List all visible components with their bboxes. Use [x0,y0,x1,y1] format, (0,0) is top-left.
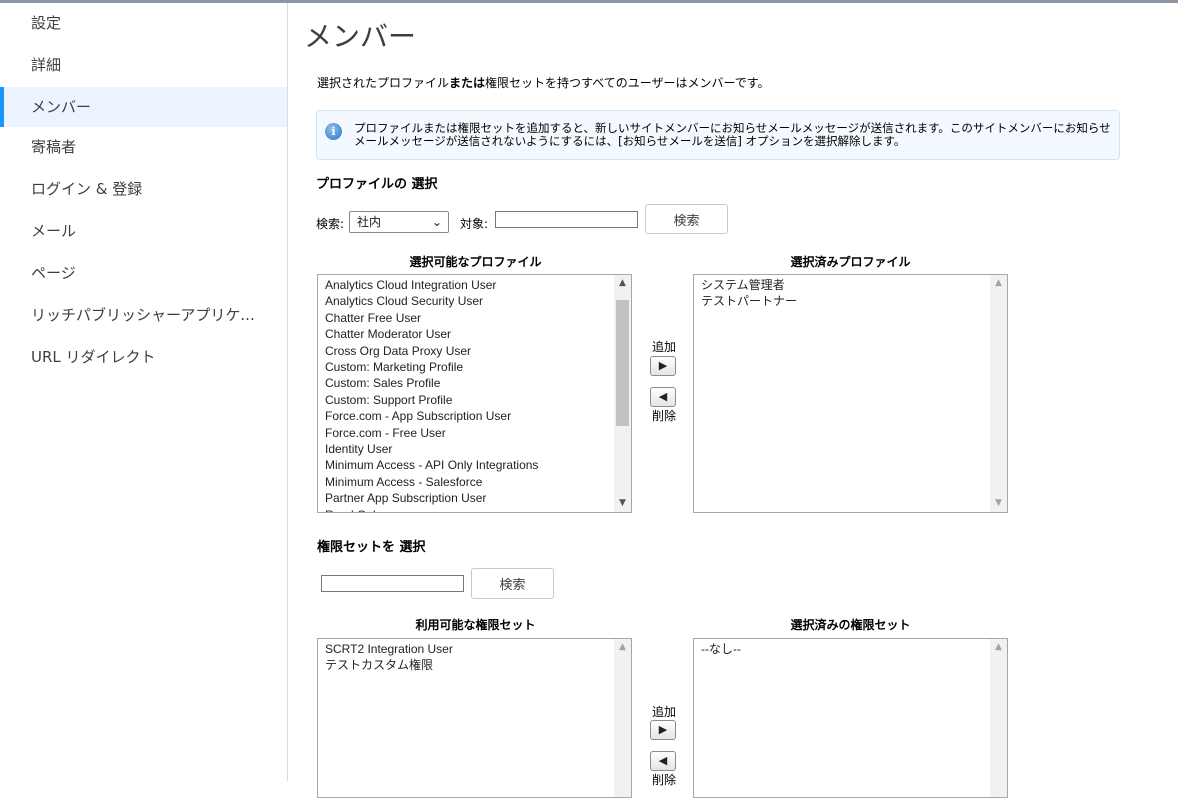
target-label: 対象: [460,217,489,231]
members-description: 選択されたプロファイルまたは権限セットを持つすべてのユーザーはメンバーです。 [317,74,770,91]
list-item[interactable]: テストカスタム権限 [325,657,613,673]
list-item[interactable]: Chatter Free User [325,310,613,326]
list-item[interactable]: Force.com - App Subscription User [325,408,613,424]
description-bold: または [449,76,486,90]
list-item[interactable]: Partner App Subscription User [325,490,613,506]
available-permsets-list[interactable]: SCRT2 Integration User テストカスタム権限 ▲ [317,638,632,798]
selected-permsets-list[interactable]: --なし-- ▲ [693,638,1008,798]
sidebar-item-contributors[interactable]: 寄稿者 [0,127,287,167]
add-profile-button[interactable]: ▶ [650,356,676,376]
profiles-section-title: プロファイルの 選択 [316,177,438,192]
list-item[interactable]: Custom: Support Profile [325,392,613,408]
page-title: メンバー [304,20,417,53]
available-profiles-header: 選択可能なプロファイル [409,255,542,269]
description-text-2: 権限セットを持つすべてのユーザーはメンバーです。 [485,76,770,90]
sidebar-item-email[interactable]: メール [0,211,287,251]
info-icon: i [325,123,342,140]
list-item[interactable]: Minimum Access - Salesforce [325,474,613,490]
add-label: 追加 [651,340,676,354]
list-item[interactable]: SCRT2 Integration User [325,641,613,657]
list-item[interactable]: テストパートナー [701,293,989,309]
add-label: 追加 [651,705,676,719]
list-item[interactable]: --なし-- [701,641,989,657]
search-scope-select[interactable]: 社内 ⌄ [349,211,449,233]
sidebar-item-details[interactable]: 詳細 [0,45,287,85]
list-item[interactable]: システム管理者 [701,277,989,293]
list-item[interactable]: Identity User [325,441,613,457]
list-item[interactable]: Chatter Moderator User [325,326,613,342]
remove-profile-button[interactable]: ◀ [650,387,676,407]
remove-label: 削除 [651,409,676,423]
info-text: プロファイルまたは権限セットを追加すると、新しいサイトメンバーにお知らせメールメ… [354,121,1111,148]
scrollbar-thumb[interactable] [616,300,629,426]
selected-profiles-list[interactable]: システム管理者 テストパートナー ▲ ▼ [693,274,1008,513]
chevron-down-icon: ⌄ [431,215,442,229]
info-message: i プロファイルまたは権限セットを追加すると、新しいサイトメンバーにお知らせメー… [316,110,1120,160]
sidebar-item-url-redirects[interactable]: URL リダイレクト [0,337,287,377]
search-scope-value: 社内 [357,215,382,229]
scrollbar: ▲ ▼ [990,275,1007,512]
list-item[interactable]: Minimum Access - API Only Integrations [325,457,613,473]
remove-permset-button[interactable]: ◀ [650,751,676,771]
list-item[interactable]: Custom: Sales Profile [325,375,613,391]
remove-label: 削除 [651,773,676,787]
list-item[interactable]: Analytics Cloud Integration User [325,277,613,293]
list-item[interactable]: Cross Org Data Proxy User [325,343,613,359]
scroll-up-icon: ▲ [619,642,626,652]
scroll-down-icon[interactable]: ▼ [614,495,631,512]
scrollbar: ▲ [990,639,1007,797]
main-content: メンバー 選択されたプロファイルまたは権限セットを持つすべてのユーザーはメンバー… [288,3,1178,798]
permset-search-button[interactable]: 検索 [471,568,554,599]
selected-permsets-header: 選択済みの権限セット [790,618,911,632]
profile-search-button[interactable]: 検索 [645,204,728,234]
scroll-up-icon: ▲ [995,278,1002,288]
scroll-up-icon: ▲ [995,642,1002,652]
triangle-left-icon: ◀ [658,390,668,403]
scroll-down-icon: ▼ [995,498,1002,508]
triangle-right-icon: ▶ [658,723,668,736]
sidebar-item-members[interactable]: メンバー [0,87,287,127]
add-permset-button[interactable]: ▶ [650,720,676,740]
scrollbar[interactable]: ▲ ▼ [614,275,631,512]
profile-search-input[interactable] [495,211,638,228]
sidebar: 設定 詳細 メンバー 寄稿者 ログイン & 登録 メール ページ リッチパブリッ… [0,3,288,781]
description-text-1: 選択されたプロファイル [317,76,450,90]
permset-search-input[interactable] [321,575,464,592]
sidebar-item-pages[interactable]: ページ [0,253,287,293]
list-item[interactable]: Custom: Marketing Profile [325,359,613,375]
triangle-left-icon: ◀ [658,754,668,767]
sidebar-item-login-registration[interactable]: ログイン & 登録 [0,169,287,209]
available-permsets-header: 利用可能な権限セット [415,618,536,632]
scroll-up-icon[interactable]: ▲ [614,275,631,292]
list-item[interactable]: Analytics Cloud Security User [325,293,613,309]
search-scope-label: 検索: [316,217,345,231]
list-item[interactable]: Read Only [325,507,613,512]
selected-profiles-header: 選択済みプロファイル [790,255,911,269]
sidebar-item-rich-publisher-apps[interactable]: リッチパブリッシャーアプリケ... [0,295,287,335]
sidebar-item-settings[interactable]: 設定 [0,3,287,43]
permsets-section-title: 権限セットを 選択 [317,540,426,555]
available-profiles-list[interactable]: Analytics Cloud Integration User Analytic… [317,274,632,513]
scrollbar: ▲ [614,639,631,797]
triangle-right-icon: ▶ [658,359,668,372]
list-item[interactable]: Force.com - Free User [325,425,613,441]
